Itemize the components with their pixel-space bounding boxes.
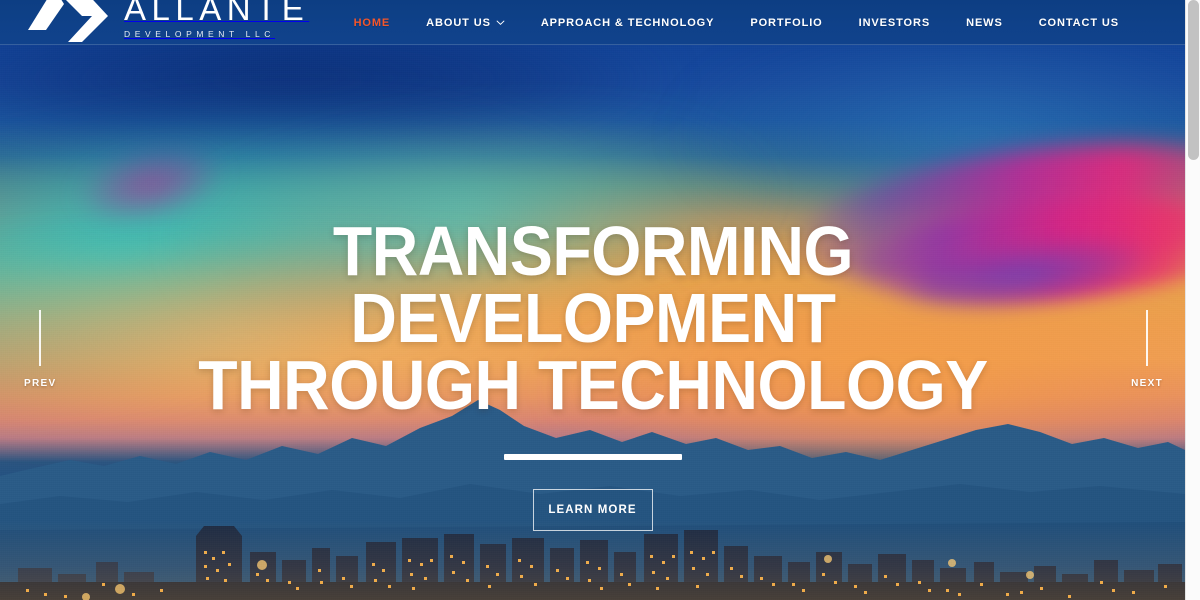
slider-prev-control[interactable]: PREV: [24, 310, 56, 389]
nav-item-about-us[interactable]: ABOUT US: [408, 0, 523, 45]
vertical-scrollbar-thumb[interactable]: [1188, 0, 1199, 160]
slider-next-control[interactable]: NEXT: [1131, 310, 1163, 389]
main-navigation: HOME ABOUT US APPROACH & TECHNOLOGY PORT…: [336, 0, 1137, 45]
nav-item-label: PORTFOLIO: [750, 16, 823, 29]
next-line-icon: [1146, 310, 1149, 366]
slider-next-label: NEXT: [1131, 378, 1163, 389]
brand-name: ALLANTE: [124, 0, 310, 27]
slider-prev-label: PREV: [24, 378, 57, 389]
nav-item-label: HOME: [353, 16, 391, 29]
logo-wordmark: ALLANTE DEVELOPMENT LLC: [124, 0, 309, 42]
brand-tagline: DEVELOPMENT LLC: [124, 28, 276, 39]
nav-item-portfolio[interactable]: PORTFOLIO: [732, 0, 840, 45]
nav-item-contact-us[interactable]: CONTACT US: [1021, 0, 1137, 45]
site-header: ALLANTE DEVELOPMENT LLC HOME ABOUT US AP…: [0, 0, 1185, 45]
vertical-scrollbar-track[interactable]: [1185, 0, 1200, 600]
nav-item-label: NEWS: [966, 16, 1003, 29]
nav-item-home[interactable]: HOME: [336, 0, 409, 45]
chevron-down-icon: [496, 20, 505, 25]
nav-item-news[interactable]: NEWS: [948, 0, 1021, 45]
site-logo[interactable]: ALLANTE DEVELOPMENT LLC: [24, 0, 309, 42]
page-viewport: ALLANTE DEVELOPMENT LLC HOME ABOUT US AP…: [0, 0, 1185, 600]
nav-item-investors[interactable]: INVESTORS: [841, 0, 948, 45]
browser-page: ALLANTE DEVELOPMENT LLC HOME ABOUT US AP…: [0, 0, 1200, 600]
nav-item-label: INVESTORS: [858, 16, 931, 29]
learn-more-button[interactable]: LEARN MORE: [532, 488, 653, 531]
allante-chevron-arrow-logo-icon: [28, 0, 108, 42]
nav-item-label: ABOUT US: [426, 16, 491, 29]
nav-item-approach-technology[interactable]: APPROACH & TECHNOLOGY: [523, 0, 733, 45]
prev-line-icon: [39, 310, 42, 366]
nav-item-label: APPROACH & TECHNOLOGY: [540, 16, 715, 29]
nav-item-label: CONTACT US: [1038, 16, 1119, 29]
